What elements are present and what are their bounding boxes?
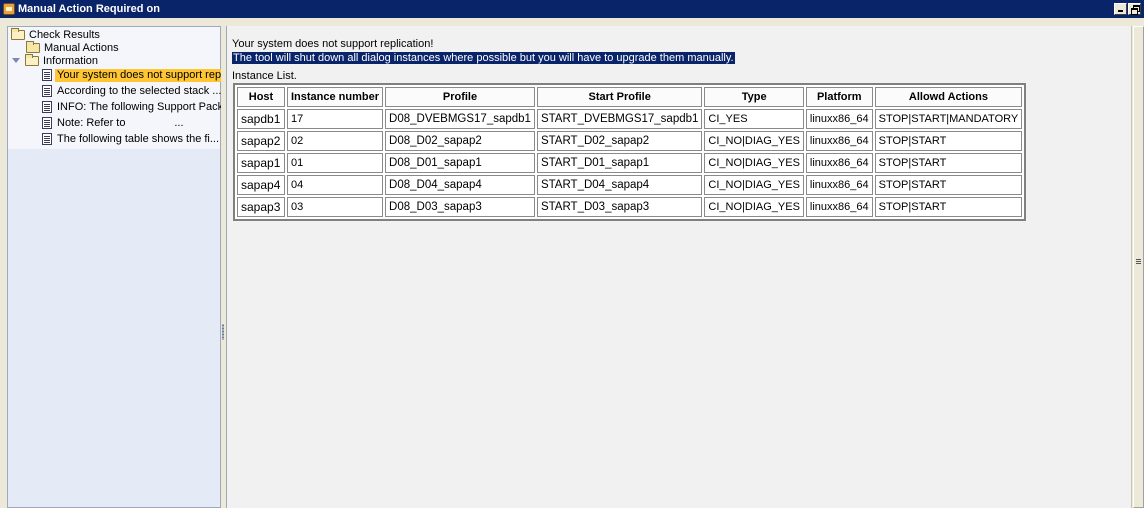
app-icon bbox=[3, 3, 15, 15]
cell-allowed-actions: STOP|START bbox=[874, 175, 1023, 195]
cell-allowed-actions: STOP|START bbox=[874, 197, 1023, 217]
cell-profile: D08_D01_sapap1 bbox=[385, 153, 535, 173]
cell-allowed-actions: STOP|START|MANDATORY bbox=[874, 109, 1023, 129]
details-pane: Your system does not support replication… bbox=[226, 26, 1131, 508]
cell-type: CI_YES bbox=[704, 109, 804, 129]
column-header-host: Host bbox=[237, 87, 285, 107]
table-row[interactable]: sapap1 01 D08_D01_sapap1 START_D01_sapap… bbox=[237, 153, 1023, 173]
column-header-platform: Platform bbox=[805, 87, 873, 107]
document-icon bbox=[42, 101, 52, 113]
tree-node-check-results[interactable]: Check Results bbox=[11, 28, 102, 42]
cell-platform: linuxx86_64 bbox=[805, 197, 873, 217]
tree-item-label: Your system does not support rep... bbox=[55, 68, 233, 82]
cell-type: CI_NO|DIAG_YES bbox=[704, 197, 804, 217]
tree-item-replication[interactable]: Your system does not support rep... bbox=[42, 68, 233, 82]
expand-chevron-icon[interactable] bbox=[12, 58, 20, 64]
title-bar: Manual Action Required on bbox=[0, 0, 1144, 18]
document-icon bbox=[42, 133, 52, 145]
shutdown-message[interactable]: The tool will shut down all dialog insta… bbox=[232, 52, 735, 64]
instance-table: Host Instance number Profile Start Profi… bbox=[233, 83, 1027, 221]
column-header-start-profile: Start Profile bbox=[536, 87, 703, 107]
check-results-tree: Check Results Manual Actions Information… bbox=[7, 26, 232, 508]
cell-profile: D08_D03_sapap3 bbox=[385, 197, 535, 217]
cell-instance-number: 03 bbox=[287, 197, 384, 217]
tree-node-label: Check Results bbox=[29, 28, 100, 41]
cell-type: CI_NO|DIAG_YES bbox=[704, 153, 804, 173]
cell-instance-number: 02 bbox=[287, 131, 384, 151]
table-header-row: Host Instance number Profile Start Profi… bbox=[237, 87, 1023, 107]
column-header-profile: Profile bbox=[385, 87, 535, 107]
cell-instance-number: 17 bbox=[287, 109, 384, 129]
cell-host: sapap2 bbox=[237, 131, 285, 151]
cell-type: CI_NO|DIAG_YES bbox=[704, 131, 804, 151]
cell-host: sapap1 bbox=[237, 153, 285, 173]
column-header-type: Type bbox=[704, 87, 804, 107]
cell-host: sapap3 bbox=[237, 197, 285, 217]
cell-instance-number: 04 bbox=[287, 175, 384, 195]
cell-platform: linuxx86_64 bbox=[805, 109, 873, 129]
cell-host: sapdb1 bbox=[237, 109, 285, 129]
vertical-scrollbar[interactable] bbox=[1131, 26, 1144, 508]
tree-item-label: According to the selected stack ... bbox=[57, 84, 222, 97]
cell-type: CI_NO|DIAG_YES bbox=[704, 175, 804, 195]
tree-item-support-pack[interactable]: INFO: The following Support Pack... bbox=[42, 100, 234, 114]
document-icon bbox=[42, 117, 52, 129]
cell-platform: linuxx86_64 bbox=[805, 175, 873, 195]
table-row[interactable]: sapap4 04 D08_D04_sapap4 START_D04_sapap… bbox=[237, 175, 1023, 195]
column-header-instance-number: Instance number bbox=[287, 87, 384, 107]
tree-node-information[interactable]: Information bbox=[10, 54, 100, 68]
tree-node-label: Manual Actions bbox=[44, 41, 119, 54]
folder-open-icon bbox=[11, 28, 25, 40]
tree-item-table-info[interactable]: The following table shows the fi... bbox=[42, 132, 221, 146]
toolbar-strip bbox=[0, 18, 1144, 26]
cell-start-profile: START_D03_sapap3 bbox=[536, 197, 703, 217]
scrollbar-thumb[interactable] bbox=[1133, 26, 1144, 508]
restore-icon[interactable] bbox=[1128, 3, 1141, 15]
minimize-icon[interactable] bbox=[1114, 3, 1127, 15]
window-title: Manual Action Required on bbox=[18, 3, 160, 15]
cell-allowed-actions: STOP|START bbox=[874, 131, 1023, 151]
splitter-grip-icon[interactable] bbox=[222, 324, 224, 340]
cell-profile: D08_DVEBMGS17_sapdb1 bbox=[385, 109, 535, 129]
tree-item-label: The following table shows the fi... bbox=[57, 132, 220, 145]
cell-start-profile: START_D01_sapap1 bbox=[536, 153, 703, 173]
window-controls bbox=[1114, 3, 1141, 15]
table-row[interactable]: sapap2 02 D08_D02_sapap2 START_D02_sapap… bbox=[237, 131, 1023, 151]
cell-platform: linuxx86_64 bbox=[805, 131, 873, 151]
cell-profile: D08_D02_sapap2 bbox=[385, 131, 535, 151]
folder-open-icon bbox=[25, 54, 39, 66]
tree-node-label: Information bbox=[43, 54, 99, 67]
column-header-allowed-actions: Allowd Actions bbox=[874, 87, 1023, 107]
document-icon bbox=[42, 85, 52, 97]
tree-item-stack[interactable]: According to the selected stack ... bbox=[42, 84, 223, 98]
cell-profile: D08_D04_sapap4 bbox=[385, 175, 535, 195]
scroll-grip-icon bbox=[1136, 259, 1141, 264]
tree-item-note[interactable]: Note: Refer to ... bbox=[42, 116, 186, 130]
tree-item-label: Note: Refer to ... bbox=[57, 116, 184, 129]
tree-item-label: INFO: The following Support Pack... bbox=[57, 100, 233, 113]
cell-platform: linuxx86_64 bbox=[805, 153, 873, 173]
replication-message: Your system does not support replication… bbox=[232, 38, 434, 50]
folder-icon bbox=[26, 41, 40, 53]
cell-start-profile: START_D02_sapap2 bbox=[536, 131, 703, 151]
document-icon bbox=[42, 69, 52, 81]
cell-instance-number: 01 bbox=[287, 153, 384, 173]
cell-start-profile: START_DVEBMGS17_sapdb1 bbox=[536, 109, 703, 129]
cell-allowed-actions: STOP|START bbox=[874, 153, 1023, 173]
table-row[interactable]: sapap3 03 D08_D03_sapap3 START_D03_sapap… bbox=[237, 197, 1023, 217]
tree-node-manual-actions[interactable]: Manual Actions bbox=[26, 41, 121, 55]
cell-host: sapap4 bbox=[237, 175, 285, 195]
instance-list-label: Instance List. bbox=[232, 70, 297, 82]
cell-start-profile: START_D04_sapap4 bbox=[536, 175, 703, 195]
table-row[interactable]: sapdb1 17 D08_DVEBMGS17_sapdb1 START_DVE… bbox=[237, 109, 1023, 129]
